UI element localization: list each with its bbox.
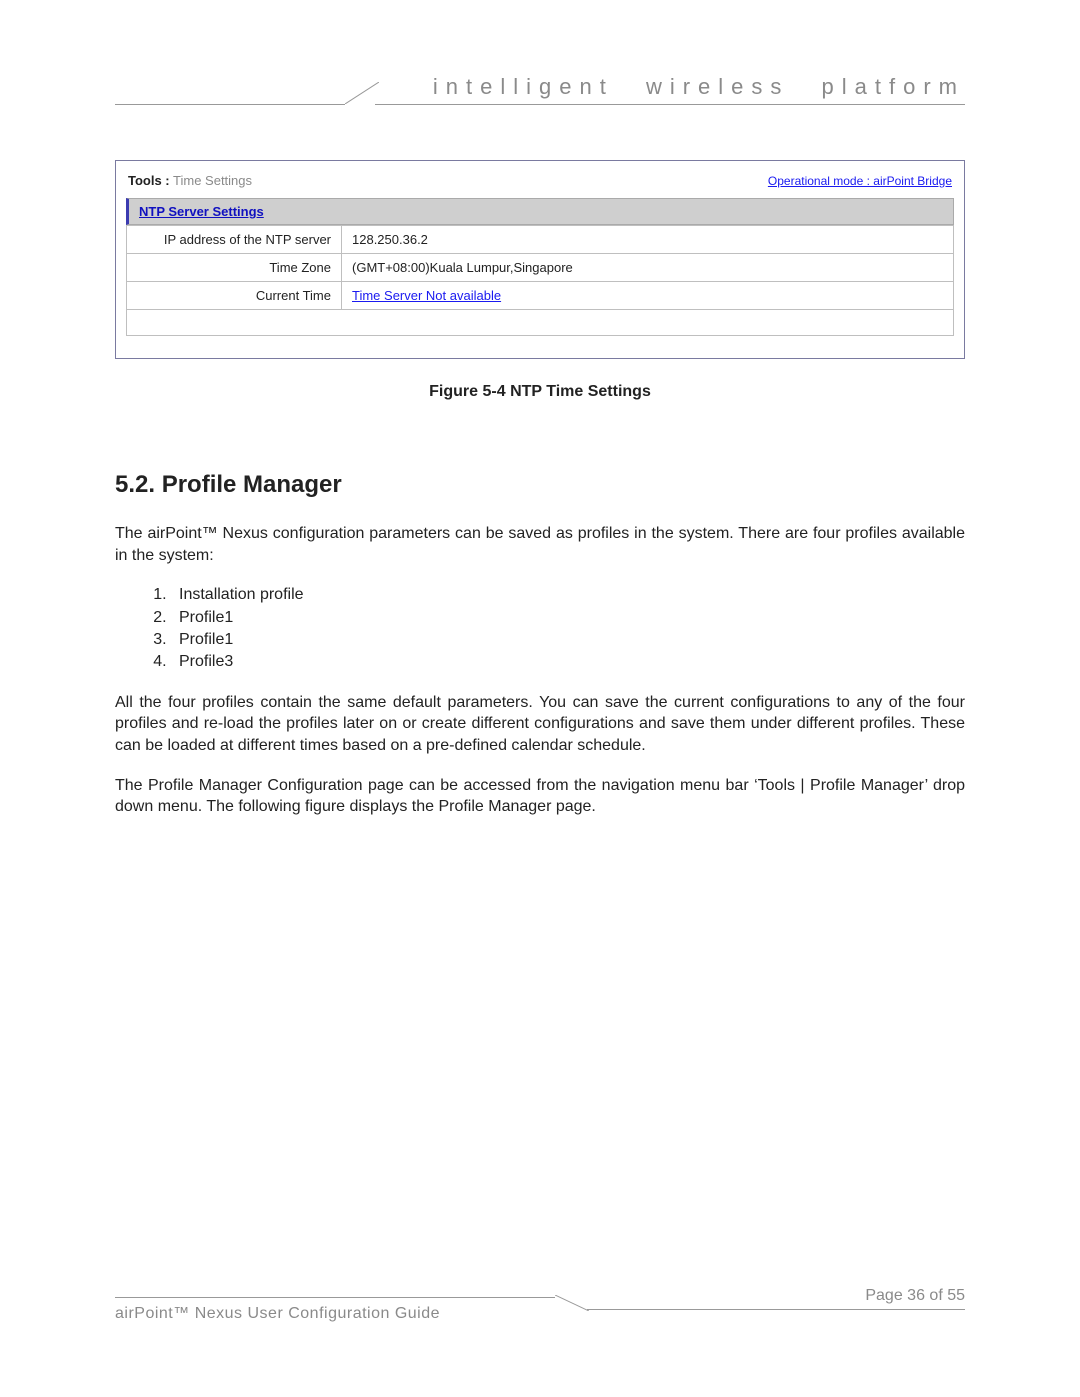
- operational-mode-link[interactable]: Operational mode : airPoint Bridge: [768, 174, 952, 188]
- footer-rule-left: [115, 1297, 555, 1298]
- row-label: Current Time: [127, 282, 342, 310]
- paragraph: All the four profiles contain the same d…: [115, 692, 965, 757]
- time-server-status-link[interactable]: Time Server Not available: [352, 288, 501, 303]
- row-value: Time Server Not available: [342, 282, 954, 310]
- profile-list: Installation profile Profile1 Profile1 P…: [171, 584, 965, 674]
- page: intelligent wireless platform Tools : Ti…: [0, 0, 1080, 1397]
- page-header: intelligent wireless platform: [115, 80, 965, 120]
- panel-title-bold: Tools :: [128, 173, 170, 188]
- header-diagonal-icon: [345, 82, 379, 104]
- ntp-section-header: NTP Server Settings: [126, 198, 954, 225]
- panel-title-row: Tools : Time Settings Operational mode :…: [126, 169, 954, 198]
- table-row: Current Time Time Server Not available: [127, 282, 954, 310]
- list-item: Profile1: [171, 629, 965, 651]
- panel-title-dim: Time Settings: [173, 173, 252, 188]
- panel-title: Tools : Time Settings: [128, 173, 252, 188]
- row-label: Time Zone: [127, 254, 342, 282]
- footer-rule-right: [587, 1309, 965, 1310]
- list-item: Profile1: [171, 607, 965, 629]
- page-footer: airPoint™ Nexus User Configuration Guide…: [115, 1287, 965, 1327]
- intro-paragraph: The airPoint™ Nexus configuration parame…: [115, 523, 965, 566]
- row-value: (GMT+08:00)Kuala Lumpur,Singapore: [342, 254, 954, 282]
- list-item: Installation profile: [171, 584, 965, 606]
- header-rule-left: [115, 104, 345, 105]
- list-item: Profile3: [171, 651, 965, 673]
- table-row-empty: [127, 310, 954, 336]
- row-value: 128.250.36.2: [342, 226, 954, 254]
- ntp-settings-panel: Tools : Time Settings Operational mode :…: [115, 160, 965, 359]
- figure-caption: Figure 5-4 NTP Time Settings: [115, 383, 965, 401]
- empty-cell: [127, 310, 954, 336]
- table-row: IP address of the NTP server 128.250.36.…: [127, 226, 954, 254]
- row-label: IP address of the NTP server: [127, 226, 342, 254]
- section-heading: 5.2. Profile Manager: [115, 471, 965, 499]
- table-row: Time Zone (GMT+08:00)Kuala Lumpur,Singap…: [127, 254, 954, 282]
- ntp-settings-table: IP address of the NTP server 128.250.36.…: [126, 225, 954, 336]
- footer-title: airPoint™ Nexus User Configuration Guide: [115, 1305, 440, 1323]
- page-number: Page 36 of 55: [865, 1287, 965, 1305]
- paragraph: The Profile Manager Configuration page c…: [115, 775, 965, 818]
- header-tagline: intelligent wireless platform: [433, 74, 965, 100]
- footer-diagonal-icon: [555, 1295, 589, 1311]
- header-rule-right: [375, 104, 965, 105]
